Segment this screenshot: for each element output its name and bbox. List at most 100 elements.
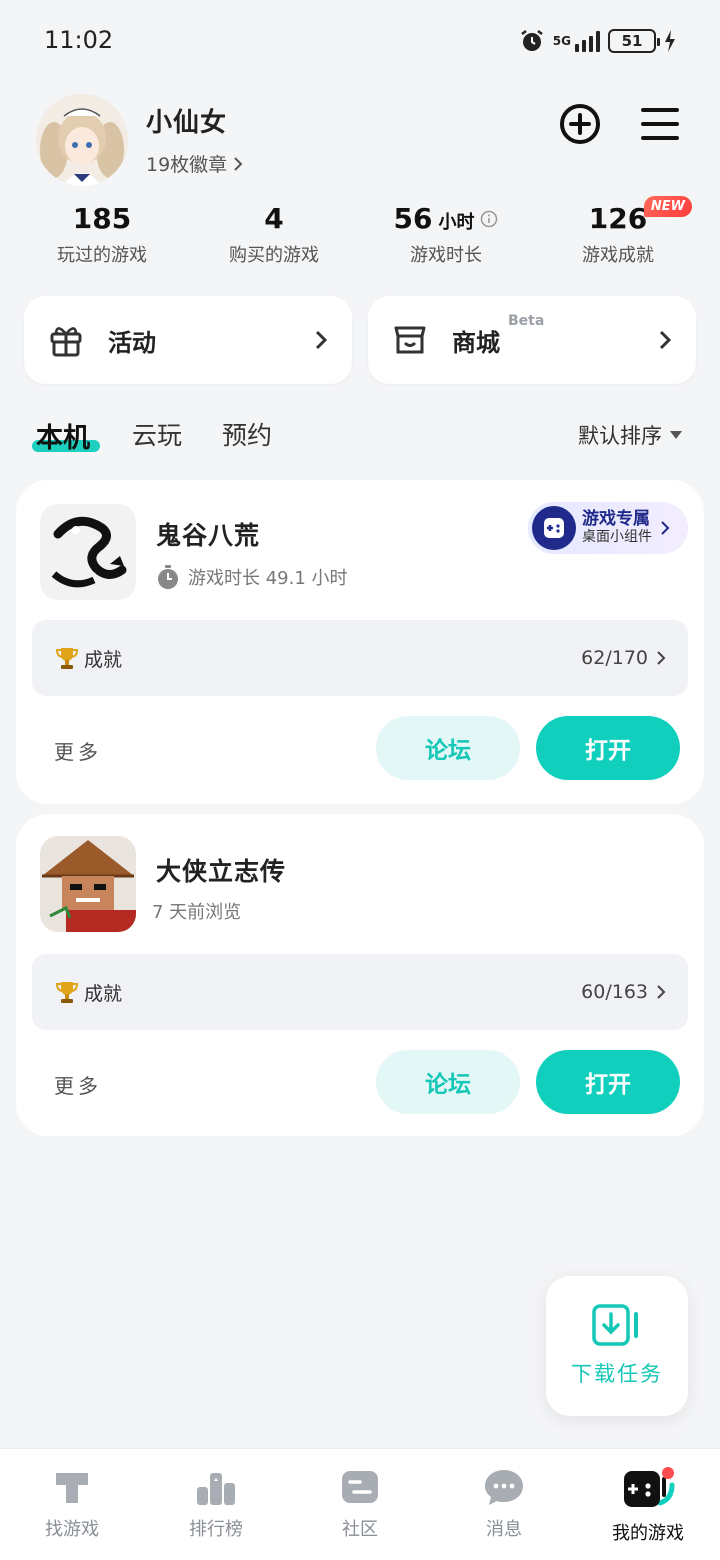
nav-community[interactable]: 社区: [288, 1449, 432, 1560]
my-games-icon: [624, 1467, 675, 1507]
achievements-label: 成就: [84, 982, 123, 1005]
tab-cloud[interactable]: 云玩: [132, 416, 182, 452]
achievements-row[interactable]: 成就 62/170: [32, 620, 688, 696]
game-icon-daxia[interactable]: [40, 836, 136, 932]
chevron-right-icon: [234, 156, 243, 171]
playtime-text: 游戏时长 49.1 小时: [188, 568, 348, 589]
achievements-label: 成就: [84, 648, 123, 671]
status-icons: 5G 51: [519, 26, 676, 56]
tab-reserve[interactable]: 预约: [222, 416, 272, 452]
leaderboard-icon: [197, 1473, 235, 1505]
widget-title: 游戏专属: [582, 509, 650, 529]
open-button[interactable]: 打开: [536, 1050, 680, 1114]
new-badge: NEW: [643, 196, 692, 217]
badges-link[interactable]: 19枚徽章: [146, 150, 243, 177]
activity-label: 活动: [108, 323, 314, 358]
mall-card[interactable]: 商城 Beta: [368, 296, 696, 384]
community-icon: [342, 1471, 378, 1503]
forum-button[interactable]: 论坛: [376, 1050, 520, 1114]
message-icon: [485, 1470, 523, 1505]
stat-value: 126: [588, 202, 648, 235]
chevron-right-icon: [657, 985, 666, 999]
achievements-count: 60/163: [581, 981, 648, 1003]
chevron-right-icon: [315, 330, 328, 350]
stat-label: 玩过的游戏: [57, 245, 147, 266]
game-card: 鬼谷八荒 游戏时长 49.1 小时 游戏专属 桌面小组件 成就 62/170 更…: [16, 480, 704, 804]
alarm-icon: [521, 30, 543, 51]
tab-local[interactable]: 本机: [36, 416, 90, 455]
game-name: 大侠立志传: [156, 857, 287, 886]
forum-button[interactable]: 论坛: [376, 716, 520, 780]
open-button[interactable]: 打开: [536, 716, 680, 780]
nav-messages[interactable]: 消息: [432, 1449, 576, 1560]
nav-my-games[interactable]: 我的游戏: [576, 1449, 720, 1560]
find-games-icon: [56, 1473, 88, 1503]
desktop-widget-button[interactable]: 游戏专属 桌面小组件: [528, 502, 688, 554]
stopwatch-icon: [158, 565, 178, 589]
chevron-right-icon: [657, 651, 666, 665]
chevron-right-icon: [659, 330, 672, 350]
nav-label: 找游戏: [45, 1519, 99, 1540]
stat-label: 游戏时长: [410, 245, 482, 266]
stat-value: 56: [393, 202, 433, 235]
avatar[interactable]: [36, 94, 128, 186]
game-card: 大侠立志传 7 天前浏览 成就 60/163 更多 论坛 打开: [16, 814, 704, 1136]
game-subtitle: 游戏时长 49.1 小时: [156, 564, 348, 590]
activity-text: 活动: [108, 328, 156, 357]
battery-icon: 51: [608, 29, 660, 53]
network-type: 5G: [552, 34, 571, 48]
stat-value: 4: [264, 202, 284, 235]
game-subtitle: 7 天前浏览: [152, 898, 241, 924]
download-icon: [592, 1304, 638, 1346]
last-viewed-text: 7 天前浏览: [152, 902, 242, 923]
download-label: 下载任务: [571, 1362, 663, 1386]
mall-text: 商城: [452, 328, 500, 357]
achievements-row[interactable]: 成就 60/163: [32, 954, 688, 1030]
nav-label: 我的游戏: [612, 1523, 684, 1544]
stat-unit: 小时: [438, 212, 475, 233]
info-icon: [481, 210, 498, 227]
more-button[interactable]: 更多: [54, 1070, 102, 1099]
username: 小仙女: [146, 108, 228, 138]
mall-label: 商城 Beta: [452, 313, 658, 358]
trophy-icon: [55, 648, 79, 669]
stat-label: 购买的游戏: [229, 245, 319, 266]
game-icon-guigu[interactable]: [40, 504, 136, 600]
beta-tag: Beta: [508, 312, 545, 329]
caret-down-icon: [670, 431, 682, 439]
gift-icon: [50, 327, 82, 357]
nav-label: 社区: [342, 1519, 378, 1540]
stat-purchased[interactable]: 4 购买的游戏: [194, 202, 354, 267]
nav-label: 排行榜: [189, 1519, 243, 1540]
more-button[interactable]: 更多: [54, 736, 102, 765]
stat-playtime[interactable]: 56 小时 游戏时长: [366, 202, 526, 267]
status-time: 11:02: [44, 26, 114, 54]
game-name: 鬼谷八荒: [156, 521, 261, 550]
activity-card[interactable]: 活动: [24, 296, 352, 384]
nav-label: 消息: [486, 1519, 522, 1540]
nav-leaderboard[interactable]: 排行榜: [144, 1449, 288, 1560]
stat-played[interactable]: 185 玩过的游戏: [22, 202, 182, 267]
charging-icon: [665, 30, 675, 52]
stat-label: 游戏成就: [582, 245, 654, 266]
badges-count: 19枚徽章: [146, 154, 228, 176]
trophy-icon: [55, 982, 79, 1003]
download-tasks-button[interactable]: 下载任务: [546, 1276, 688, 1416]
store-icon: [394, 326, 426, 354]
stat-value: 185: [72, 202, 132, 235]
battery-level: 51: [621, 32, 643, 50]
add-button[interactable]: [556, 100, 604, 148]
bottom-nav: 找游戏 排行榜 社区 消息 我的游戏: [0, 1448, 720, 1560]
menu-button[interactable]: [636, 100, 684, 148]
gamepad-icon: [532, 506, 576, 550]
sort-label: 默认排序: [578, 424, 662, 448]
stat-achievements[interactable]: 126 游戏成就 NEW: [538, 196, 698, 267]
sort-dropdown[interactable]: 默认排序: [578, 420, 682, 450]
plus-circle-icon: [560, 104, 600, 144]
nav-find-games[interactable]: 找游戏: [0, 1449, 144, 1560]
menu-icon: [641, 108, 679, 140]
signal-icon: [575, 30, 600, 52]
chevron-right-icon: [661, 521, 670, 535]
widget-subtitle: 桌面小组件: [582, 529, 652, 545]
achievements-count: 62/170: [581, 647, 648, 669]
